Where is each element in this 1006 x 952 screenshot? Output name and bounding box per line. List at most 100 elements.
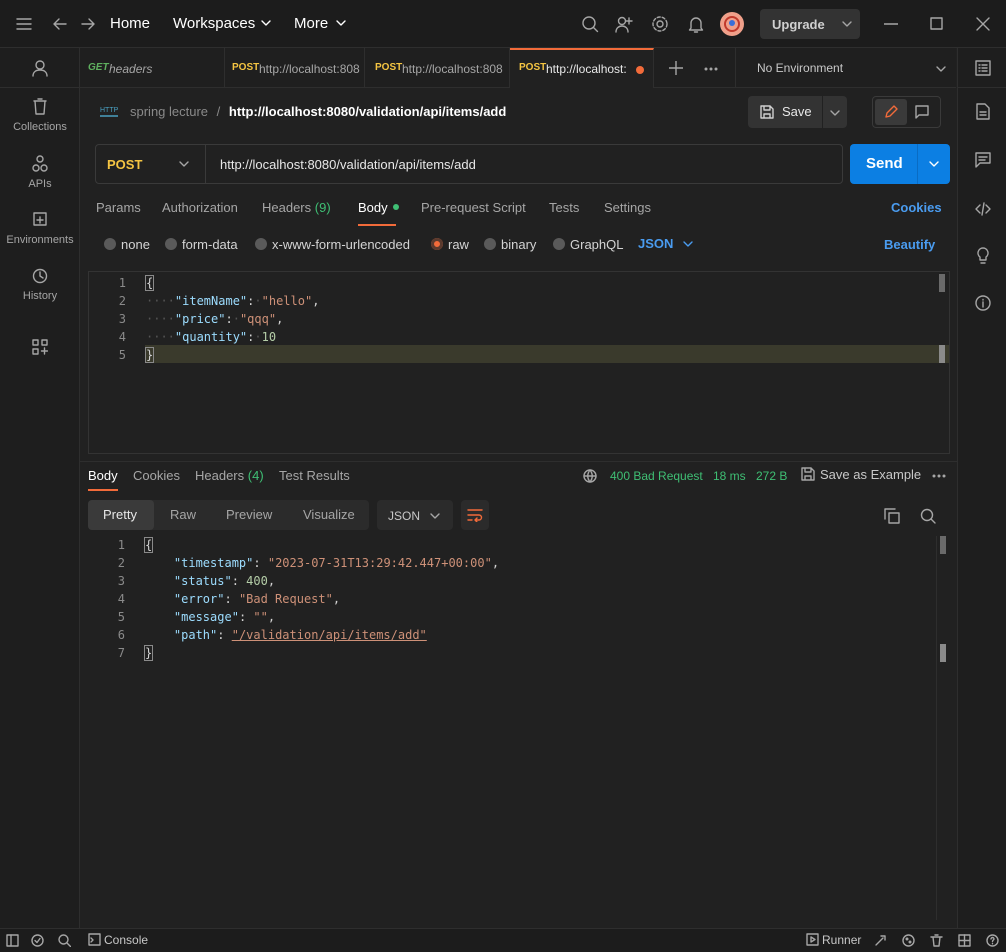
sidebar-divider: [0, 87, 79, 88]
tab-prerequest-script[interactable]: Pre-request Script: [421, 200, 526, 215]
user-profile-icon[interactable]: [31, 59, 49, 77]
request-tab-active[interactable]: POST http://localhost:: [510, 48, 654, 88]
sidebar-item-collections[interactable]: Collections: [0, 98, 80, 138]
send-button[interactable]: Send: [850, 144, 950, 184]
save-options-button[interactable]: [823, 96, 847, 128]
editor-scrollbar[interactable]: [939, 274, 945, 292]
minimize-window-icon[interactable]: [884, 23, 898, 25]
response-format-select[interactable]: JSON: [377, 500, 453, 530]
back-arrow-icon[interactable]: [52, 16, 68, 32]
lightbulb-icon[interactable]: [976, 247, 990, 264]
more-menu[interactable]: More: [294, 15, 354, 35]
forward-arrow-icon[interactable]: [80, 16, 96, 32]
documentation-icon[interactable]: [976, 103, 990, 120]
raw-format-select[interactable]: JSON: [638, 236, 693, 251]
response-tab-cookies[interactable]: Cookies: [133, 468, 180, 483]
breadcrumb-collection[interactable]: spring lecture: [130, 104, 208, 119]
method-select[interactable]: POST: [96, 145, 206, 183]
view-pretty[interactable]: Pretty: [88, 500, 154, 530]
word-wrap-icon[interactable]: [461, 500, 489, 530]
body-type-urlencoded[interactable]: x-www-form-urlencoded: [255, 237, 410, 252]
response-tab-body[interactable]: Body: [88, 468, 118, 483]
url-input[interactable]: http://localhost:8080/validation/api/ite…: [220, 157, 476, 172]
response-tab-test-results[interactable]: Test Results: [279, 468, 350, 483]
upgrade-button[interactable]: Upgrade: [760, 9, 860, 39]
active-tab-underline: [358, 224, 396, 226]
runner-button[interactable]: Runner: [806, 933, 861, 947]
body-type-binary[interactable]: binary: [484, 237, 536, 252]
comment-view-icon[interactable]: [915, 105, 929, 119]
request-tab[interactable]: POST http://localhost:808: [365, 48, 510, 88]
comments-icon[interactable]: [975, 152, 991, 168]
send-label: Send: [866, 155, 903, 172]
request-tab[interactable]: GET headers: [80, 48, 225, 88]
body-type-graphql[interactable]: GraphQL: [553, 237, 623, 252]
tab-body[interactable]: Body: [358, 200, 400, 215]
tab-tests[interactable]: Tests: [549, 200, 579, 215]
body-type-raw[interactable]: raw: [431, 237, 469, 252]
tab-authorization[interactable]: Authorization: [162, 200, 238, 215]
tab-params[interactable]: Params: [96, 200, 141, 215]
sidebar-item-history[interactable]: History: [0, 267, 80, 307]
response-more-icon[interactable]: [932, 474, 946, 478]
code-snippet-icon[interactable]: [975, 201, 991, 217]
cookies-icon[interactable]: [902, 934, 915, 947]
response-status[interactable]: 400 Bad Request: [610, 469, 703, 483]
avatar[interactable]: [720, 12, 744, 36]
sidebar-item-label: Collections: [13, 121, 67, 133]
json-link-value[interactable]: "/validation/api/items/add": [232, 628, 427, 642]
body-type-form-data[interactable]: form-data: [165, 237, 238, 252]
help-icon[interactable]: [986, 934, 999, 947]
environment-quicklook-icon[interactable]: [975, 60, 991, 76]
code-line: "error": "Bad Request",: [173, 592, 341, 606]
home-link[interactable]: Home: [110, 15, 150, 32]
view-visualize[interactable]: Visualize: [303, 507, 355, 522]
notification-bell-icon[interactable]: [688, 15, 704, 33]
sidebar-item-apis[interactable]: APIs: [0, 155, 80, 195]
view-preview[interactable]: Preview: [226, 507, 272, 522]
view-raw[interactable]: Raw: [170, 507, 196, 522]
search-icon[interactable]: [581, 15, 599, 33]
menu-icon[interactable]: [16, 17, 32, 31]
new-tab-plus-icon[interactable]: [669, 61, 683, 75]
maximize-window-icon[interactable]: [930, 17, 943, 30]
sidebar-item-environments[interactable]: Environments: [0, 211, 80, 251]
save-as-example-button[interactable]: Save as Example: [801, 467, 921, 485]
response-tab-headers[interactable]: Headers (4): [195, 468, 264, 483]
method-badge: GET: [88, 62, 109, 73]
save-button[interactable]: Save: [748, 96, 822, 128]
edit-pencil-icon[interactable]: [875, 99, 907, 125]
chevron-down-icon[interactable]: [929, 160, 939, 168]
response-size[interactable]: 272 B: [756, 469, 787, 483]
tab-headers[interactable]: Headers (9): [262, 200, 331, 215]
copy-icon[interactable]: [884, 508, 900, 524]
breadcrumb-request-name[interactable]: http://localhost:8080/validation/api/ite…: [229, 104, 506, 119]
workspaces-menu[interactable]: Workspaces: [173, 15, 273, 35]
info-icon[interactable]: [975, 295, 991, 311]
request-body-editor[interactable]: 1 2 3 4 5 { ····"itemName":·"hello", ···…: [88, 271, 950, 454]
tab-overflow-icon[interactable]: [704, 67, 718, 71]
console-button[interactable]: Console: [88, 933, 148, 947]
response-time[interactable]: 18 ms: [713, 469, 746, 483]
capture-requests-icon[interactable]: [874, 934, 887, 947]
two-pane-icon[interactable]: [958, 934, 971, 947]
close-window-icon[interactable]: [976, 17, 990, 31]
beautify-button[interactable]: Beautify: [884, 237, 935, 252]
radio-icon: [104, 238, 116, 250]
body-type-none[interactable]: none: [104, 237, 150, 252]
find-icon[interactable]: [58, 934, 71, 947]
search-icon[interactable]: [920, 508, 936, 524]
invite-user-icon[interactable]: [615, 15, 633, 33]
response-body-viewer[interactable]: 1 2 3 4 5 6 7 { "timestamp": "2023-07-31…: [88, 536, 950, 920]
environment-selector[interactable]: No Environment: [735, 48, 956, 88]
add-workbench-icon[interactable]: [32, 339, 48, 355]
settings-gear-icon[interactable]: [651, 15, 669, 33]
request-tab[interactable]: POST http://localhost:808: [225, 48, 365, 88]
toggle-sidebar-icon[interactable]: [6, 934, 19, 947]
cookies-link[interactable]: Cookies: [891, 200, 942, 215]
sync-status-icon[interactable]: [31, 934, 44, 947]
trash-icon[interactable]: [930, 934, 943, 947]
viewer-scrollbar[interactable]: [940, 536, 946, 554]
tab-settings[interactable]: Settings: [604, 200, 651, 215]
code-brace: {: [143, 537, 154, 553]
